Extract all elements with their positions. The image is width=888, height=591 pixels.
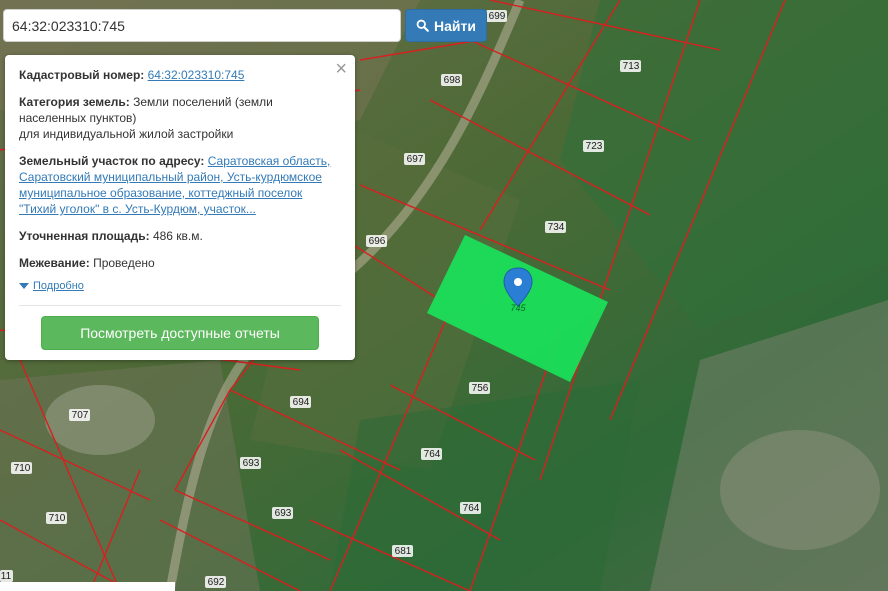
survey-value: Проведено	[93, 256, 155, 270]
triangle-down-icon	[19, 283, 29, 289]
parcel-label-693: 693	[275, 508, 292, 519]
address-link-2[interactable]: Саратовский муниципальный район, Усть-ку…	[19, 170, 322, 184]
view-reports-button[interactable]: Посмотреть доступные отчеты	[41, 316, 319, 350]
parcel-label-713: 713	[623, 61, 640, 72]
parcel-label-697: 697	[407, 154, 424, 165]
details-link[interactable]: Подробно	[33, 280, 84, 292]
parcel-label-764: 764	[424, 449, 441, 460]
parcel-label-756: 756	[472, 383, 489, 394]
parcel-label-723: 723	[586, 141, 603, 152]
search-button[interactable]: Найти	[405, 9, 487, 42]
marker-label: 745	[510, 303, 526, 313]
parcel-label-710: 710	[14, 463, 31, 474]
land-category-value-1: Земли поселений (земли	[133, 95, 273, 109]
land-category-value-3: для индивидуальной жилой застройки	[19, 127, 234, 141]
search-input[interactable]	[3, 9, 401, 42]
search-icon	[416, 19, 429, 32]
parcel-label-681: 681	[395, 546, 412, 557]
parcel-label-711: 11	[1, 571, 12, 582]
parcel-label-734: 734	[548, 222, 565, 233]
details-toggle[interactable]: Подробно	[19, 280, 341, 292]
land-category-label: Категория земель:	[19, 95, 130, 109]
area-value: 486 кв.м.	[152, 229, 203, 243]
parcel-label-694: 694	[293, 397, 310, 408]
area-row: Уточненная площадь: 486 кв.м.	[19, 228, 341, 244]
close-icon[interactable]: ×	[335, 59, 347, 79]
address-label: Земельный участок по адресу:	[19, 154, 205, 168]
parcel-label-698: 698	[444, 75, 461, 86]
address-link-4[interactable]: "Тихий уголок" в с. Усть-Курдюм, участок…	[19, 202, 256, 216]
address-link-3[interactable]: муниципальное образование, коттеджный по…	[19, 186, 302, 200]
divider	[19, 305, 341, 306]
parcel-label-693: 693	[243, 458, 260, 469]
parcel-label-696: 696	[369, 236, 386, 247]
cadastral-number-link[interactable]: 64:32:023310:745	[148, 68, 245, 82]
cadastral-number-label: Кадастровый номер:	[19, 68, 145, 82]
address-link-1[interactable]: Саратовская область,	[208, 154, 331, 168]
parcel-label-764: 764	[463, 503, 480, 514]
parcel-label-707: 707	[72, 410, 89, 421]
survey-label: Межевание:	[19, 256, 90, 270]
parcel-label-699: 699	[489, 11, 506, 22]
land-category-row: Категория земель: Земли поселений (земли…	[19, 94, 341, 142]
area-label: Уточненная площадь:	[19, 229, 150, 243]
cadastral-number-row: Кадастровый номер: 64:32:023310:745	[19, 67, 341, 83]
bottom-overlay-strip	[0, 582, 175, 591]
land-category-value-2: населенных пунктов)	[19, 111, 137, 125]
parcel-label-710: 710	[49, 513, 66, 524]
address-row: Земельный участок по адресу: Саратовская…	[19, 153, 341, 217]
search-button-label: Найти	[434, 17, 476, 34]
parcel-info-popup: × Кадастровый номер: 64:32:023310:745 Ка…	[5, 55, 355, 360]
survey-row: Межевание: Проведено	[19, 255, 341, 271]
parcel-label-692: 692	[208, 577, 225, 588]
